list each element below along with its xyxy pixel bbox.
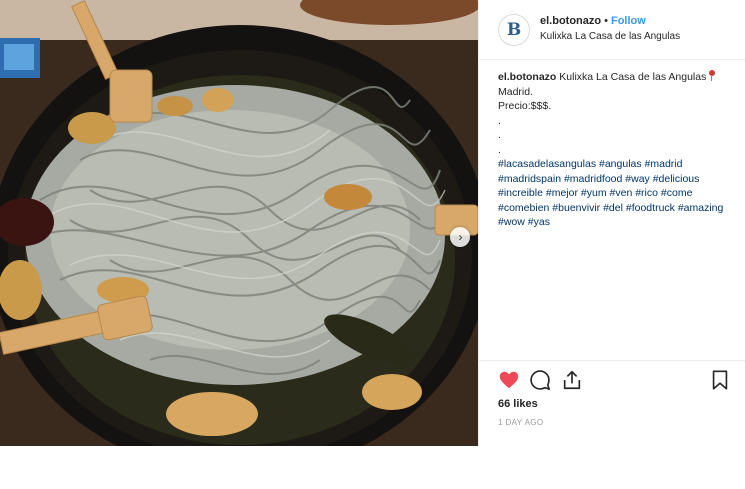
bookmark-icon: [712, 370, 728, 390]
location-link[interactable]: Kulixka La Casa de las Angulas: [540, 31, 680, 42]
caption-city: Madrid.: [498, 85, 534, 98]
follow-button[interactable]: Follow: [611, 15, 646, 27]
post-photo[interactable]: ›: [0, 0, 478, 446]
hashtag-link[interactable]: #come: [661, 187, 693, 199]
hashtag-link[interactable]: #delicious: [653, 173, 700, 185]
hashtag-link[interactable]: #increible: [498, 187, 543, 199]
caption-dot-3: .: [498, 143, 501, 156]
header-user-line: el.botonazo • Follow: [540, 15, 646, 27]
round-pushpin-icon: [708, 70, 716, 81]
caption-place: Kulixka La Casa de las Angulas: [559, 71, 707, 83]
post-sidebar: B el.botonazo • Follow Kulixka La Casa de …: [478, 0, 745, 446]
comment-icon: [530, 370, 550, 390]
avatar[interactable]: B: [498, 14, 530, 46]
hashtag-link[interactable]: #way: [625, 173, 650, 185]
hashtag-link[interactable]: #foodtruck: [626, 202, 675, 214]
caption-price: Precio:$$$.: [498, 100, 552, 112]
hashtag-list: #lacasadelasangulas #angulas #madrid #ma…: [498, 157, 738, 230]
hashtag-link[interactable]: #angulas: [599, 158, 642, 170]
post-header: B el.botonazo • Follow Kulixka La Casa de …: [479, 0, 745, 60]
hashtag-link[interactable]: #madrid: [645, 158, 683, 170]
caption-dot-2: .: [498, 129, 501, 141]
caption-username[interactable]: el.botonazo: [498, 71, 556, 83]
chevron-right-icon: ›: [458, 230, 463, 244]
heart-icon: [499, 371, 519, 389]
instagram-post: › B el.botonazo • Follow Kulixka La Casa d…: [0, 0, 745, 446]
hashtag-link[interactable]: #rico: [635, 187, 658, 199]
hashtag-link[interactable]: #lacasadelasangulas: [498, 158, 596, 170]
username-link[interactable]: el.botonazo: [540, 15, 601, 27]
post-timestamp[interactable]: 1 DAY AGO: [498, 418, 544, 427]
caption-dot-1: .: [498, 114, 501, 127]
hashtag-link[interactable]: #del: [603, 202, 623, 214]
caption: el.botonazo Kulixka La Casa de las Angul…: [498, 70, 738, 230]
hashtag-link[interactable]: #amazing: [678, 202, 724, 214]
avatar-logo: B: [506, 20, 522, 40]
hashtag-link[interactable]: #madridfood: [564, 173, 622, 185]
hashtag-link[interactable]: #yas: [528, 216, 550, 228]
hashtag-link[interactable]: #wow: [498, 216, 525, 228]
hashtag-link[interactable]: #ven: [610, 187, 633, 199]
hashtag-link[interactable]: #yum: [581, 187, 607, 199]
hashtag-link[interactable]: #mejor: [546, 187, 578, 199]
likes-count[interactable]: 66 likes: [498, 398, 538, 410]
share-button[interactable]: [561, 369, 583, 391]
hashtag-link[interactable]: #comebien: [498, 202, 549, 214]
post-actions: 66 likes 1 DAY AGO: [479, 360, 745, 446]
photo-eels-in-pan: [0, 0, 478, 446]
like-button[interactable]: [498, 369, 520, 391]
separator-dot: •: [604, 15, 608, 27]
hashtag-link[interactable]: #buenvivir: [552, 202, 600, 214]
save-button[interactable]: [709, 369, 731, 391]
caption-first-line: el.botonazo Kulixka La Casa de las Angul…: [498, 70, 738, 85]
share-icon: [563, 370, 581, 390]
carousel-next-button[interactable]: ›: [450, 227, 470, 247]
hashtag-link[interactable]: #madridspain: [498, 173, 561, 185]
comment-button[interactable]: [529, 369, 551, 391]
